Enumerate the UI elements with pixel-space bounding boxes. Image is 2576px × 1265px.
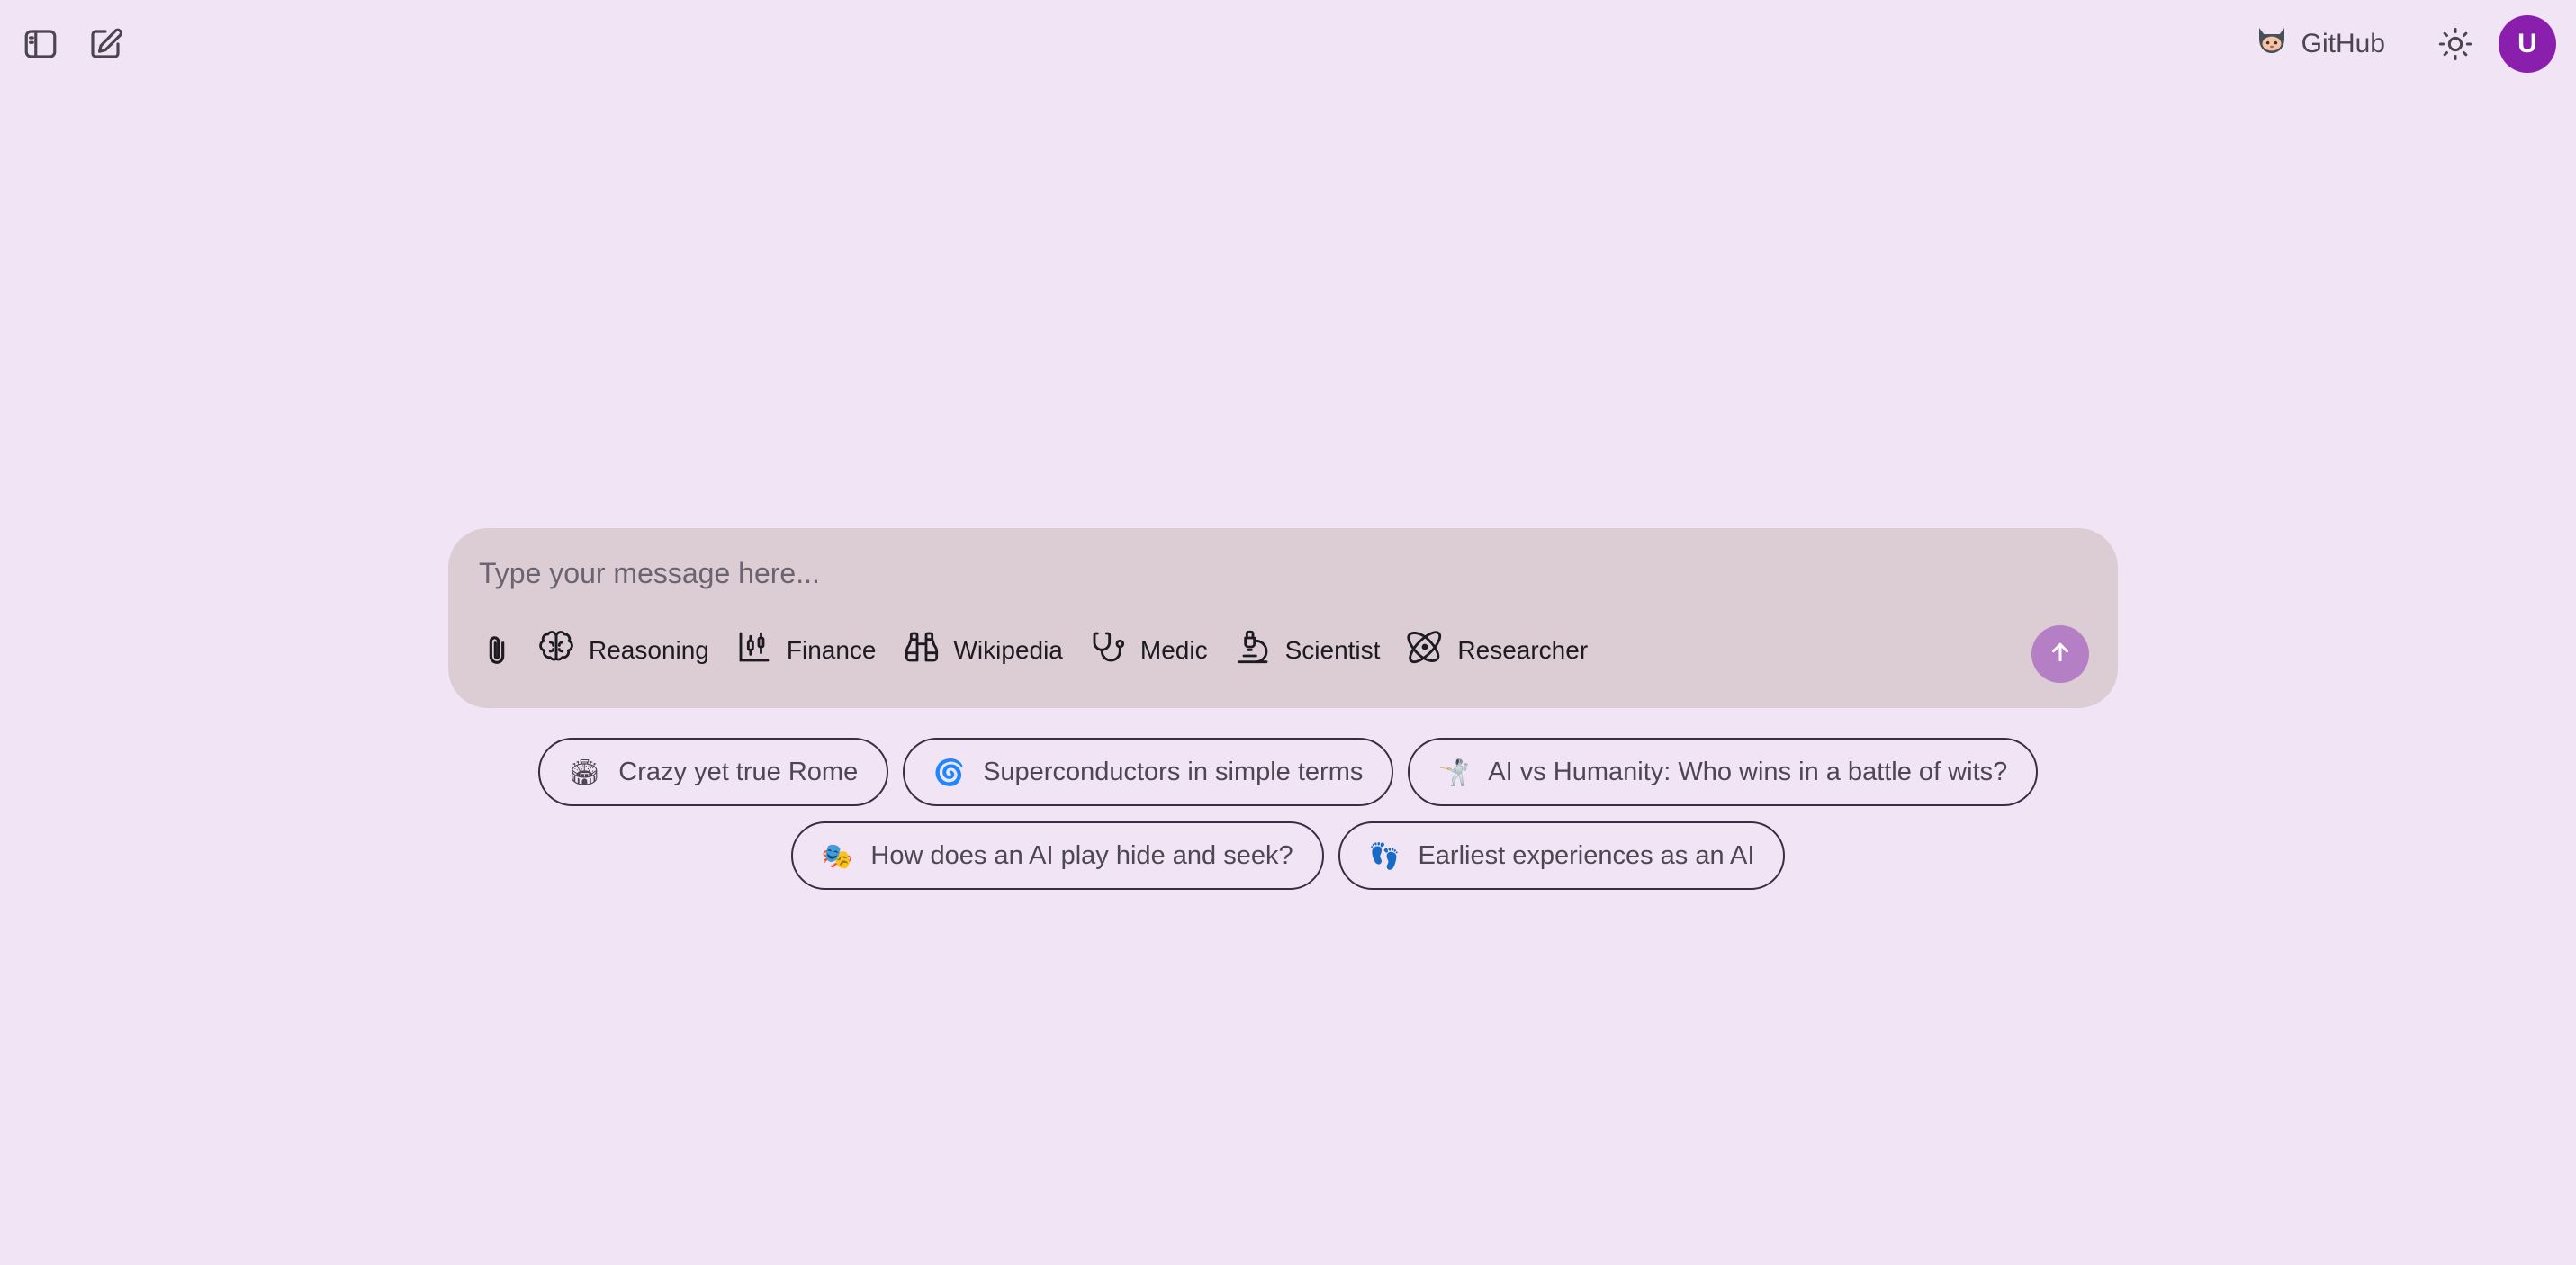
composer-tools: Reasoning Finance Wikipedia Medic Scient… bbox=[477, 629, 1615, 671]
top-left-actions bbox=[20, 23, 126, 65]
send-button[interactable] bbox=[2031, 625, 2089, 683]
colosseum-icon: 🏟 bbox=[568, 757, 601, 787]
suggestion-chip[interactable]: 🏟 Crazy yet true Rome bbox=[537, 738, 889, 806]
fencing-icon: 🤺 bbox=[1438, 757, 1471, 787]
suggestion-label: Earliest experiences as an AI bbox=[1418, 840, 1755, 870]
suggestion-label: Crazy yet true Rome bbox=[618, 757, 859, 786]
stethoscope-icon bbox=[1090, 629, 1126, 671]
suggestion-row: 🏟 Crazy yet true Rome 🌀 Superconductors … bbox=[0, 738, 2576, 806]
candlestick-chart-icon bbox=[736, 629, 772, 671]
cyclone-icon: 🌀 bbox=[933, 757, 966, 787]
atom-icon bbox=[1407, 629, 1443, 671]
message-input[interactable] bbox=[477, 550, 2083, 597]
suggestion-label: AI vs Humanity: Who wins in a battle of … bbox=[1488, 757, 2008, 786]
binoculars-icon bbox=[904, 629, 940, 671]
tool-wikipedia[interactable]: Wikipedia bbox=[904, 629, 1063, 671]
tool-label: Researcher bbox=[1457, 635, 1589, 664]
github-link[interactable]: GitHub bbox=[2244, 14, 2394, 74]
tool-label: Scientist bbox=[1284, 635, 1381, 664]
suggestion-label: How does an AI play hide and seek? bbox=[870, 840, 1293, 870]
tool-medic[interactable]: Medic bbox=[1090, 629, 1208, 671]
message-composer: Reasoning Finance Wikipedia bbox=[448, 528, 2118, 708]
paperclip-icon[interactable] bbox=[477, 631, 517, 670]
suggestion-chip[interactable]: 🤺 AI vs Humanity: Who wins in a battle o… bbox=[1408, 738, 2039, 806]
suggestion-chip[interactable]: 🎭 How does an AI play hide and seek? bbox=[790, 821, 1324, 890]
suggestion-chip[interactable]: 🌀 Superconductors in simple terms bbox=[903, 738, 1394, 806]
tool-label: Reasoning bbox=[589, 635, 709, 664]
tool-researcher[interactable]: Researcher bbox=[1407, 629, 1588, 671]
tool-scientist[interactable]: Scientist bbox=[1235, 629, 1381, 671]
top-right-actions: GitHub U bbox=[2244, 14, 2556, 74]
suggestion-label: Superconductors in simple terms bbox=[983, 757, 1364, 786]
github-label: GitHub bbox=[2301, 29, 2385, 58]
suggestion-chips: 🏟 Crazy yet true Rome 🌀 Superconductors … bbox=[0, 738, 2576, 905]
footprints-icon: 👣 bbox=[1368, 840, 1401, 871]
tool-label: Medic bbox=[1139, 635, 1208, 664]
sun-icon[interactable] bbox=[2434, 22, 2477, 66]
arrow-up-icon bbox=[2047, 639, 2074, 670]
tool-label: Finance bbox=[786, 635, 877, 664]
brain-icon bbox=[538, 629, 574, 671]
tool-finance[interactable]: Finance bbox=[736, 629, 877, 671]
avatar[interactable]: U bbox=[2499, 15, 2556, 73]
grinch-icon: 🎭 bbox=[821, 840, 853, 871]
edit-icon[interactable] bbox=[85, 23, 126, 65]
sidebar-toggle-icon[interactable] bbox=[20, 23, 61, 65]
tool-reasoning[interactable]: Reasoning bbox=[538, 629, 709, 671]
microscope-icon bbox=[1235, 629, 1271, 671]
suggestion-row: 🎭 How does an AI play hide and seek? 👣 E… bbox=[0, 821, 2576, 890]
github-icon bbox=[2253, 22, 2291, 67]
tool-label: Wikipedia bbox=[953, 635, 1063, 664]
suggestion-chip[interactable]: 👣 Earliest experiences as an AI bbox=[1338, 821, 1786, 890]
